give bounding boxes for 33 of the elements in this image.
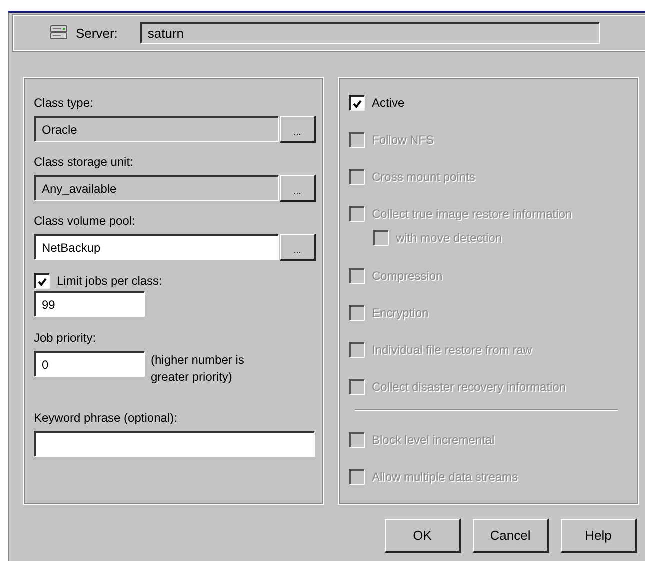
field-label: Class volume pool: [34,214,136,228]
field-label: Class storage unit: [34,155,134,169]
checkbox-label: Collect disaster recovery information [372,380,566,394]
server-icon [50,25,68,41]
checkbox-label: Collect true image restore information [372,207,572,221]
checkbox-label: Encryption [372,306,429,320]
checkbox[interactable] [34,273,50,289]
checkbox[interactable] [349,95,365,111]
field-label: Class type: [34,96,94,110]
server-label: Server: [76,26,118,40]
number-field[interactable]: 99 [34,291,145,317]
dialog-button[interactable]: Cancel [473,519,549,553]
number-field[interactable]: 0 [34,351,145,377]
check-icon [353,100,362,108]
checkbox-label: Active [372,96,405,110]
text-field[interactable]: NetBackup [34,234,279,260]
checkbox-label: with move detection [396,231,502,245]
checkbox-label: Block level incremental [372,433,495,447]
text-field[interactable] [34,431,315,457]
hint-text: (higher number is greater priority) [151,352,246,386]
checkbox-label: Limit jobs per class: [57,274,162,288]
field-label: Job priority: [34,331,96,345]
checkbox-label: Compression [372,269,443,283]
checkbox-label: Cross mount points [372,170,476,184]
check-icon [38,278,47,286]
checkbox-label: Individual file restore from raw [372,343,532,357]
field-label: Keyword phrase (optional): [34,411,178,425]
server-field[interactable]: saturn [140,22,600,44]
checkbox-label: Allow multiple data streams [372,470,518,484]
dialog-button[interactable]: Help [561,519,637,553]
browse-button[interactable]: ... [280,234,316,261]
checkbox-label: Follow NFS [372,133,434,147]
dialog-button[interactable]: OK [385,519,461,553]
